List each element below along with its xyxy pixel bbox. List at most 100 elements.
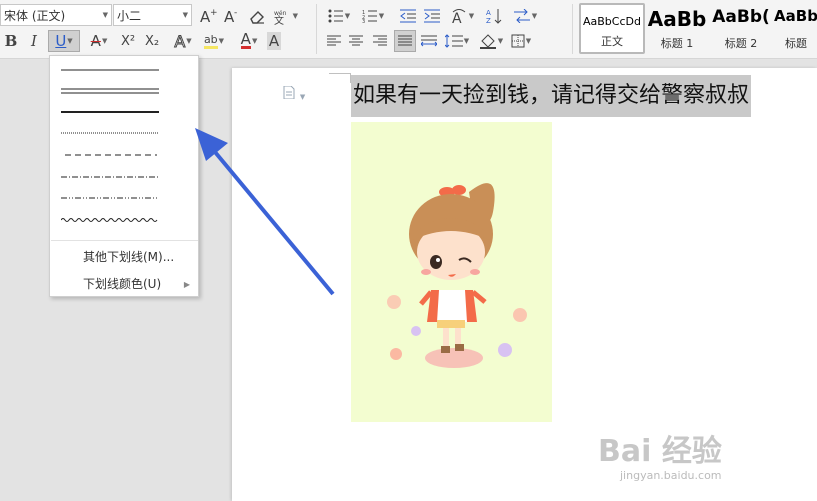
shrink-font-button[interactable]: A- (221, 5, 243, 27)
ribbon-toolbar: 宋体 (正文) ▼ 小二 ▼ A + A- wén 文 ▼ B I U ▼ A … (0, 0, 817, 59)
bullet-list-icon (328, 9, 343, 23)
paragraph-marks-icon (513, 9, 530, 23)
svg-text:A: A (486, 9, 491, 17)
font-size-value: 小二 (117, 8, 142, 23)
shrink-font-icon: A- (224, 8, 237, 24)
style-heading-1[interactable]: AaBb 标题 1 (645, 3, 709, 54)
font-color-button[interactable]: A ▼ (234, 30, 264, 52)
highlight-button[interactable]: ab ▼ (198, 30, 230, 52)
char-shading-glyph: A (266, 32, 282, 50)
borders-button[interactable]: ▼ (506, 30, 536, 52)
chevron-right-icon: ▶ (183, 280, 190, 289)
watermark-url: jingyan.baidu.com (620, 469, 722, 482)
dash-dot-dot-line-icon (61, 197, 159, 199)
inserted-image[interactable] (351, 122, 552, 422)
style-preview: AaBb (774, 7, 817, 25)
strikethrough-glyph: A (90, 32, 101, 50)
distributed-align-button[interactable] (418, 30, 440, 52)
increase-indent-button[interactable] (420, 5, 444, 27)
align-right-button[interactable] (368, 30, 392, 52)
underline-style-menu: 其他下划线(M)... 下划线颜色(U) ▶ (49, 55, 199, 297)
chevron-down-icon: ▼ (101, 37, 108, 45)
dotted-line-icon (61, 132, 159, 134)
underline-glyph: U (55, 32, 67, 50)
grow-font-button[interactable]: A + (198, 5, 218, 27)
subscript-button[interactable]: X₂ (140, 30, 164, 52)
justify-button[interactable] (394, 30, 416, 52)
chevron-down-icon: ▼ (186, 37, 192, 45)
change-case-icon: A (452, 9, 466, 24)
style-name: 标题 (785, 37, 807, 50)
align-justify-icon (398, 35, 412, 46)
numbered-list-icon: 123 (362, 10, 377, 23)
font-color-glyph: A (240, 30, 251, 49)
highlight-glyph: ab (203, 33, 218, 49)
toolbar-divider (316, 4, 317, 54)
underline-option-single[interactable] (61, 63, 159, 77)
style-heading-2[interactable]: AaBb( 标题 2 (709, 3, 773, 54)
underline-option-double[interactable] (61, 84, 159, 98)
font-name-value: 宋体 (正文) (4, 8, 66, 23)
svg-text:3: 3 (362, 19, 365, 23)
cartoon-girl-illustration (387, 183, 527, 368)
font-size-combo[interactable]: 小二 ▼ (113, 4, 192, 26)
baidu-jingyan-watermark: Bai 经验 jingyan.baidu.com (598, 422, 813, 492)
chevron-down-icon: ▼ (251, 37, 258, 45)
bold-button[interactable]: B (0, 30, 22, 52)
decrease-indent-button[interactable] (396, 5, 420, 27)
align-left-button[interactable] (324, 30, 344, 52)
chevron-down-icon: ▼ (468, 12, 475, 20)
align-center-icon (349, 35, 363, 46)
change-case-button[interactable]: A ▼ (448, 5, 476, 27)
text-effect-button[interactable]: A ▼ (168, 30, 198, 52)
word-processor-window: 宋体 (正文) ▼ 小二 ▼ A + A- wén 文 ▼ B I U ▼ A … (0, 0, 817, 501)
menu-divider (51, 240, 198, 241)
numbering-button[interactable]: 123 ▼ (358, 5, 388, 27)
thick-line-icon (61, 111, 159, 113)
chevron-down-icon: ▼ (463, 37, 470, 45)
underline-option-dotted[interactable] (61, 126, 159, 140)
char-shading-button[interactable]: A (264, 30, 284, 52)
underline-button[interactable]: U ▼ (48, 30, 80, 52)
underline-option-dash-dot-dot[interactable] (61, 191, 159, 205)
chevron-down-icon: ▼ (497, 37, 504, 45)
chevron-down-icon: ▼ (292, 12, 298, 20)
single-line-icon (61, 69, 159, 71)
superscript-button[interactable]: X² (116, 30, 140, 52)
page-navigation-marker[interactable]: ▼ (283, 85, 305, 102)
distributed-align-icon (421, 35, 437, 47)
sort-button[interactable]: AZ (482, 5, 506, 27)
chevron-down-icon: ▼ (344, 12, 351, 20)
svg-text:Z: Z (486, 17, 491, 24)
svg-text:A: A (452, 11, 462, 24)
style-title[interactable]: AaBb 标题 (773, 3, 817, 54)
shading-button[interactable]: ▼ (476, 30, 506, 52)
underline-color-item[interactable]: 下划线颜色(U) (83, 275, 161, 292)
borders-icon (511, 34, 525, 48)
phonetic-guide-icon: wén文 (274, 10, 287, 25)
margin-corner-mark (329, 73, 351, 74)
selected-paragraph-text[interactable]: 如果有一天捡到钱，请记得交给警察叔叔 (351, 75, 752, 117)
underline-option-dash-dot[interactable] (61, 170, 159, 184)
style-preview: AaBb (647, 7, 707, 31)
underline-option-thick[interactable] (61, 105, 159, 119)
show-hide-marks-button[interactable]: ▼ (510, 5, 540, 27)
underline-option-wave[interactable] (61, 213, 159, 227)
strikethrough-button[interactable]: A ▼ (84, 30, 114, 52)
bullets-button[interactable]: ▼ (324, 5, 354, 27)
chevron-down-icon: ▼ (531, 12, 538, 20)
style-normal[interactable]: AaBbCcDd 正文 (579, 3, 645, 54)
more-underlines-item[interactable]: 其他下划线(M)... (83, 248, 174, 265)
double-line-icon (61, 88, 159, 94)
chevron-down-icon: ▼ (218, 37, 225, 45)
chevron-down-icon: ▼ (378, 12, 385, 20)
style-preview: AaBbCcDd (583, 15, 641, 28)
align-center-button[interactable] (344, 30, 368, 52)
clear-format-button[interactable] (246, 5, 268, 27)
font-name-combo[interactable]: 宋体 (正文) ▼ (0, 4, 112, 26)
line-spacing-button[interactable]: ▼ (442, 30, 472, 52)
italic-button[interactable]: I (22, 30, 46, 52)
svg-text:+: + (210, 8, 217, 18)
phonetic-guide-button[interactable]: wén 文 ▼ (272, 5, 298, 27)
underline-option-dashed[interactable] (61, 148, 159, 162)
